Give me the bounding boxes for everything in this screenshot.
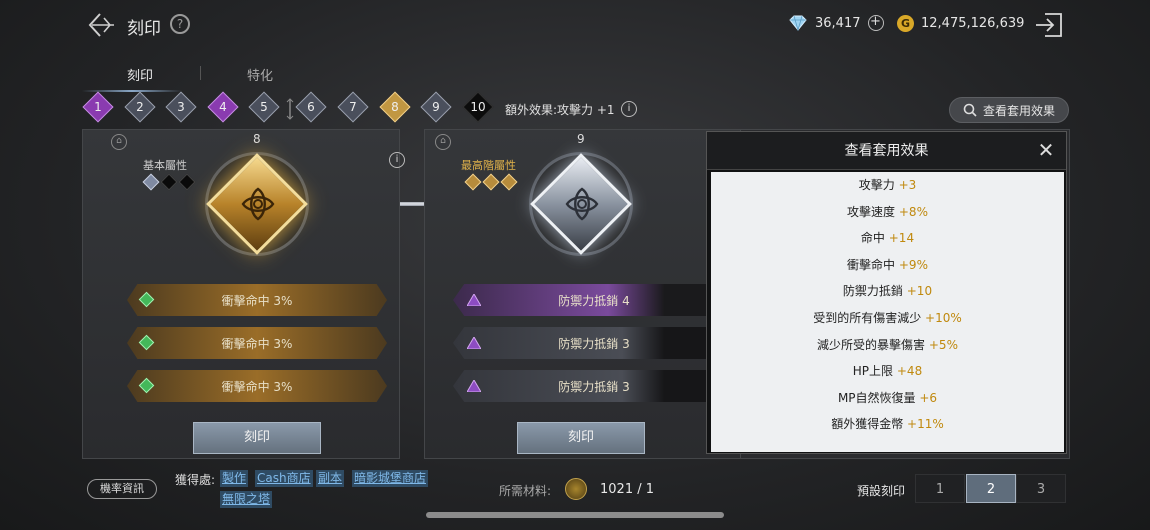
effect-row: 減少所受的暴擊傷害 +5%: [817, 337, 958, 352]
source-label: 獲得處:: [175, 473, 216, 487]
effect-row: 衝擊命中 +9%: [847, 257, 928, 272]
diamond-count: 36,417: [815, 15, 861, 31]
engraving-card-2: ⌂ 9 最高階屬性 防禦力抵銷 4 防禦力抵銷 3 防禦力抵銷 3 刻印: [424, 129, 742, 459]
gold-currency: G 12,475,126,639: [897, 15, 1024, 32]
back-arrow-icon[interactable]: [86, 10, 116, 40]
extra-effect-info-icon[interactable]: i: [621, 101, 637, 117]
effect-row: 防禦力抵銷 +10: [842, 284, 933, 299]
step-3[interactable]: 3: [165, 91, 197, 123]
help-icon[interactable]: ?: [170, 14, 190, 34]
knot-icon: [241, 187, 275, 221]
diamond-icon: [789, 15, 807, 31]
card-number: 8: [253, 132, 261, 146]
attr-diamond-icon: [464, 173, 482, 191]
attr-diamond-icon: [142, 173, 160, 191]
step-9[interactable]: 9: [420, 91, 452, 123]
close-icon[interactable]: ✕: [1036, 140, 1056, 160]
lock-icon[interactable]: ⌂: [111, 134, 127, 150]
effect-row: 命中 +14: [860, 231, 915, 246]
tab-specialization[interactable]: 特化: [247, 65, 273, 84]
material-label: 所需材料:: [499, 484, 552, 498]
green-gem-icon: [138, 334, 155, 351]
stat-text: 防禦力抵銷 4: [558, 293, 630, 308]
effect-row: 受到的所有傷害減少 +10%: [813, 310, 962, 325]
preset-button-1[interactable]: 1: [915, 474, 965, 503]
attr-diamond-icon: [160, 173, 178, 191]
engrave-button[interactable]: 刻印: [193, 422, 321, 454]
attr-diamond-icon: [500, 173, 518, 191]
effect-row: 攻擊速度 +8%: [847, 204, 928, 219]
card-number: 9: [577, 132, 585, 146]
stat-text: 衝擊命中 3%: [221, 336, 293, 351]
preset-label: 預設刻印: [857, 484, 906, 498]
engrave-button[interactable]: 刻印: [517, 422, 645, 454]
card-info-icon[interactable]: i: [389, 152, 405, 168]
tab-engraving[interactable]: 刻印: [127, 65, 153, 84]
step-6[interactable]: 6: [295, 91, 327, 123]
lock-icon[interactable]: ⌂: [435, 134, 451, 150]
attr-diamond-icon: [178, 173, 196, 191]
step-7[interactable]: 7: [337, 91, 369, 123]
purple-triangle-icon: [467, 337, 481, 349]
effect-row: 攻擊力 +3: [858, 178, 917, 192]
stat-text: 防禦力抵銷 3: [558, 336, 630, 351]
stat-bar: 衝擊命中 3%: [127, 284, 387, 316]
engraving-card-1: ⌂ 8 基本屬性 i 衝擊命中 3% 衝擊命中 3% 衝擊命中 3% 刻印: [82, 129, 405, 459]
green-gem-icon: [138, 291, 155, 308]
set-effect-panel: 查看套用效果 ✕ 攻擊力 +3 攻擊速度 +8% 命中 +14 衝擊命中 +9%…: [706, 131, 1067, 454]
attr-diamonds: [464, 173, 518, 191]
step-2[interactable]: 2: [124, 91, 156, 123]
view-set-effect-label: 查看套用效果: [982, 103, 1055, 118]
probability-info-button[interactable]: 機率資訊: [87, 479, 157, 499]
attr-label: 基本屬性: [143, 159, 187, 172]
purple-triangle-icon: [467, 380, 481, 392]
stat-text: 衝擊命中 3%: [221, 293, 293, 308]
source-link-infinite-tower[interactable]: 無限之塔: [220, 491, 273, 508]
add-diamond-button[interactable]: +: [867, 15, 884, 31]
step-5[interactable]: 5: [248, 91, 280, 123]
step-8[interactable]: 8: [379, 91, 411, 123]
home-indicator[interactable]: [426, 512, 724, 518]
extra-effect-text: 額外效果:攻擊力 +1: [505, 103, 615, 117]
material-value: 1021 / 1: [600, 482, 654, 497]
stat-bar: 防禦力抵銷 4: [453, 284, 735, 316]
material-coin-icon: [565, 478, 587, 500]
attr-label: 最高階屬性: [461, 159, 516, 172]
step-4[interactable]: 4: [207, 91, 239, 123]
source-link-cash-shop[interactable]: Cash商店: [255, 470, 313, 487]
effect-row: MP自然恢復量 +6: [837, 390, 938, 405]
stat-text: 衝擊命中 3%: [221, 379, 293, 394]
preset-button-3[interactable]: 3: [1016, 474, 1066, 503]
stat-bar: 衝擊命中 3%: [127, 327, 387, 359]
attr-diamond-icon: [482, 173, 500, 191]
screen: 刻印 ? 36,417 + G 12,475,126,639 刻印 特化 1 2…: [0, 0, 1150, 530]
attr-diamonds: [142, 173, 196, 191]
source-link-crafting[interactable]: 製作: [220, 470, 249, 487]
tab-divider: [200, 66, 201, 80]
step-10[interactable]: 10: [462, 91, 494, 123]
stat-bar: 衝擊命中 3%: [127, 370, 387, 402]
stat-bar: 防禦力抵銷 3: [453, 327, 735, 359]
exit-icon[interactable]: [1033, 10, 1065, 40]
step-1[interactable]: 1: [82, 91, 114, 123]
panel-title: 查看套用效果: [707, 132, 1066, 170]
panel-effect-list: 攻擊力 +3 攻擊速度 +8% 命中 +14 衝擊命中 +9% 防禦力抵銷 +1…: [711, 172, 1064, 452]
preset-button-2[interactable]: 2: [966, 474, 1016, 503]
effect-row: HP上限 +48: [852, 364, 923, 379]
gold-count: 12,475,126,639: [921, 16, 1025, 31]
source-link-dungeon[interactable]: 副本: [316, 470, 345, 487]
purple-triangle-icon: [467, 294, 481, 306]
view-set-effect-button[interactable]: 查看套用效果: [949, 97, 1069, 123]
green-gem-icon: [138, 377, 155, 394]
effect-row: 額外獲得金幣 +11%: [831, 417, 944, 432]
search-icon: [963, 103, 977, 117]
diamond-currency: 36,417 +: [788, 15, 884, 31]
page-title: 刻印: [127, 19, 161, 39]
stat-bar: 防禦力抵銷 3: [453, 370, 735, 402]
stat-text: 防禦力抵銷 3: [558, 379, 630, 394]
gold-coin-icon: G: [897, 15, 914, 32]
step-separator-icon: [286, 98, 294, 120]
source-link-shadow-castle-shop[interactable]: 暗影城堡商店: [352, 470, 429, 487]
knot-icon: [565, 187, 599, 221]
